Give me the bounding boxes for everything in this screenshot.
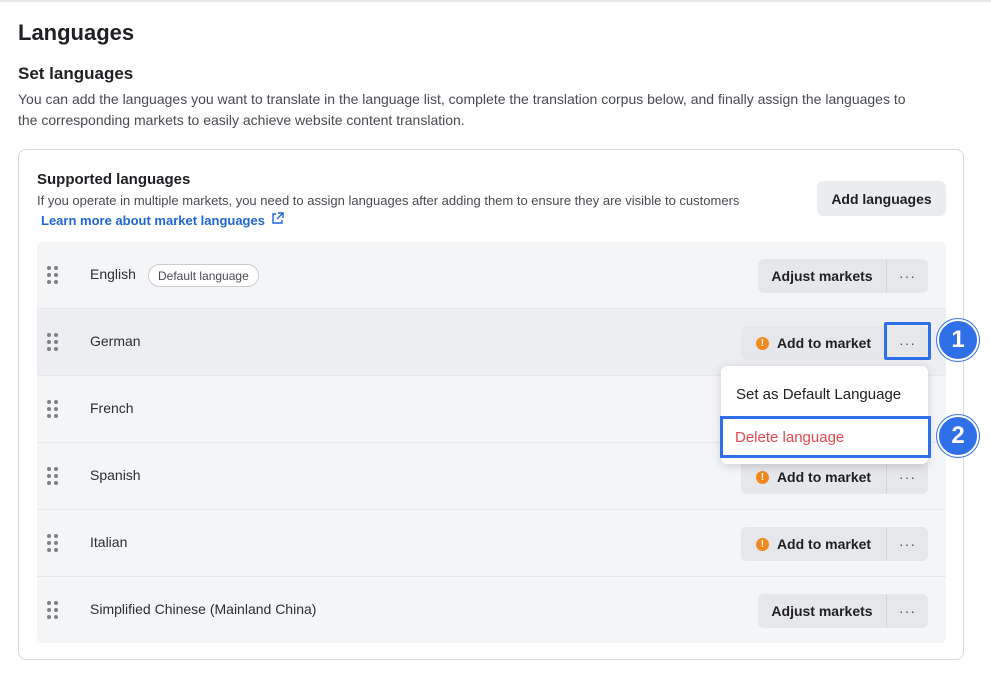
warning-icon: ! [755,537,769,551]
language-name: Spanish [90,467,141,483]
step-marker-2: 2 [937,415,979,457]
language-name: German [90,333,141,349]
drag-handle-icon[interactable] [47,601,59,619]
adjust-markets-button[interactable]: Adjust markets [758,594,886,628]
drag-handle-icon[interactable] [47,266,59,284]
add-languages-button[interactable]: Add languages [817,181,946,216]
language-name: Italian [90,534,128,550]
warning-icon: ! [755,336,769,350]
section-title: Set languages [18,64,134,83]
more-options-button[interactable]: ··· [886,259,928,293]
external-link-icon [271,212,284,228]
add-to-market-button[interactable]: ! Add to market [741,527,886,561]
drag-handle-icon[interactable] [47,400,59,418]
delete-language-item[interactable]: Delete language [720,416,931,458]
language-row-italian: Italian ! Add to market ··· [37,510,946,577]
add-to-market-label: Add to market [776,469,872,485]
learn-more-label: Learn more about market languages [41,212,265,228]
language-row-simplified-chinese: Simplified Chinese (Mainland China) Adju… [37,577,946,643]
language-name: Simplified Chinese (Mainland China) [90,601,317,617]
add-to-market-button[interactable]: ! Add to market [741,326,886,360]
more-options-button[interactable]: ··· [886,460,928,494]
drag-handle-icon[interactable] [47,534,59,552]
drag-handle-icon[interactable] [47,333,59,351]
step-marker-1: 1 [937,319,979,361]
adjust-markets-button[interactable]: Adjust markets [758,259,886,293]
highlight-more-button [884,322,931,360]
add-to-market-button[interactable]: ! Add to market [741,460,886,494]
adjust-markets-label: Adjust markets [771,268,873,284]
language-options-menu: Set as Default Language Delete language [720,366,931,464]
language-name: French [90,400,134,416]
card-description: If you operate in multiple markets, you … [37,193,740,208]
card-title: Supported languages [37,171,191,188]
adjust-markets-label: Adjust markets [771,603,873,619]
learn-more-link[interactable]: Learn more about market languages [41,212,284,228]
more-options-button[interactable]: ··· [886,527,928,561]
language-name: English [90,266,136,282]
set-default-language-item[interactable]: Set as Default Language [721,374,928,414]
more-options-button[interactable]: ··· [886,594,928,628]
section-description: You can add the languages you want to tr… [18,91,906,128]
language-row-english: English Default language Adjust markets … [37,242,946,309]
drag-handle-icon[interactable] [47,467,59,485]
warning-icon: ! [755,470,769,484]
default-language-badge: Default language [148,264,259,287]
page-title: Languages [18,20,135,45]
add-to-market-label: Add to market [776,536,872,552]
top-divider [0,0,991,2]
add-to-market-label: Add to market [776,335,872,351]
